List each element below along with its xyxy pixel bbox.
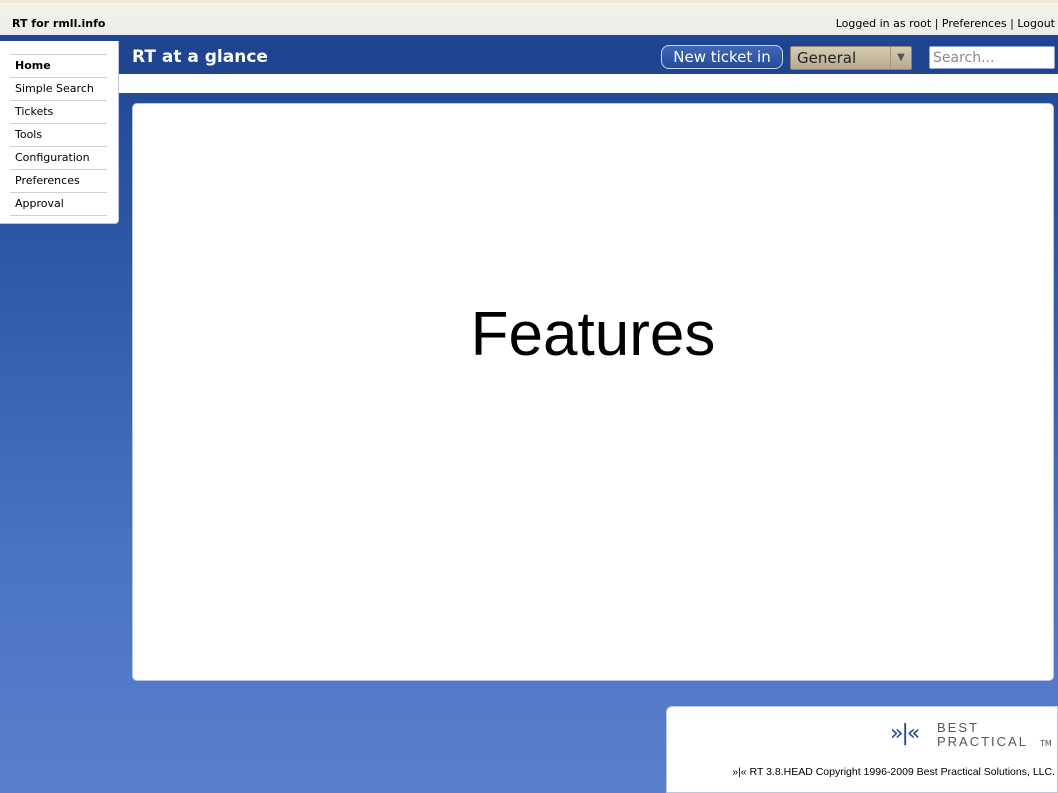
- page-title: RT at a glance: [132, 47, 268, 67]
- new-ticket-button[interactable]: New ticket in: [661, 45, 783, 69]
- sidebar-item-preferences[interactable]: Preferences: [10, 170, 107, 193]
- sidebar-item-approval[interactable]: Approval: [10, 193, 107, 216]
- content-panel: Features: [132, 103, 1054, 681]
- logo-line1: BEST: [937, 720, 979, 735]
- user-links: Logged in as root | Preferences | Logout: [836, 17, 1055, 30]
- top-bar: RT for rmll.info Logged in as root | Pre…: [0, 0, 1058, 35]
- best-practical-logo[interactable]: »|« BEST PRACTICAL TM: [890, 719, 1055, 753]
- chevron-down-icon: ▼: [890, 47, 911, 69]
- overlay-text: Features: [470, 300, 716, 369]
- sidebar: Home Simple Search Tickets Tools Configu…: [0, 41, 119, 224]
- separator: |: [1010, 17, 1014, 30]
- sidebar-item-simple-search[interactable]: Simple Search: [10, 78, 107, 101]
- sidebar-item-home[interactable]: Home: [10, 55, 107, 78]
- site-title: RT for rmll.info: [12, 17, 106, 30]
- logout-link[interactable]: Logout: [1017, 17, 1055, 30]
- header-subbar: [119, 74, 1058, 93]
- logo-tm: TM: [1040, 739, 1052, 748]
- logged-in-text: Logged in as root: [835, 17, 932, 30]
- separator: |: [934, 17, 939, 30]
- logo-line2: PRACTICAL: [937, 734, 1028, 749]
- sidebar-menu: Home Simple Search Tickets Tools Configu…: [10, 54, 107, 216]
- logo-text: BEST PRACTICAL: [937, 721, 1028, 749]
- queue-select[interactable]: General ▼: [790, 46, 912, 70]
- logo-mark-icon: »|«: [890, 721, 920, 746]
- preferences-link[interactable]: Preferences: [942, 17, 1007, 30]
- sidebar-item-configuration[interactable]: Configuration: [10, 147, 107, 170]
- queue-select-value: General: [797, 49, 857, 67]
- sidebar-item-tools[interactable]: Tools: [10, 124, 107, 147]
- footer: »|« BEST PRACTICAL TM »|« RT 3.8.HEAD Co…: [666, 706, 1058, 793]
- copyright-text: »|« RT 3.8.HEAD Copyright 1996-2009 Best…: [732, 766, 1055, 778]
- search-input[interactable]: [929, 46, 1055, 69]
- sidebar-item-tickets[interactable]: Tickets: [10, 101, 107, 124]
